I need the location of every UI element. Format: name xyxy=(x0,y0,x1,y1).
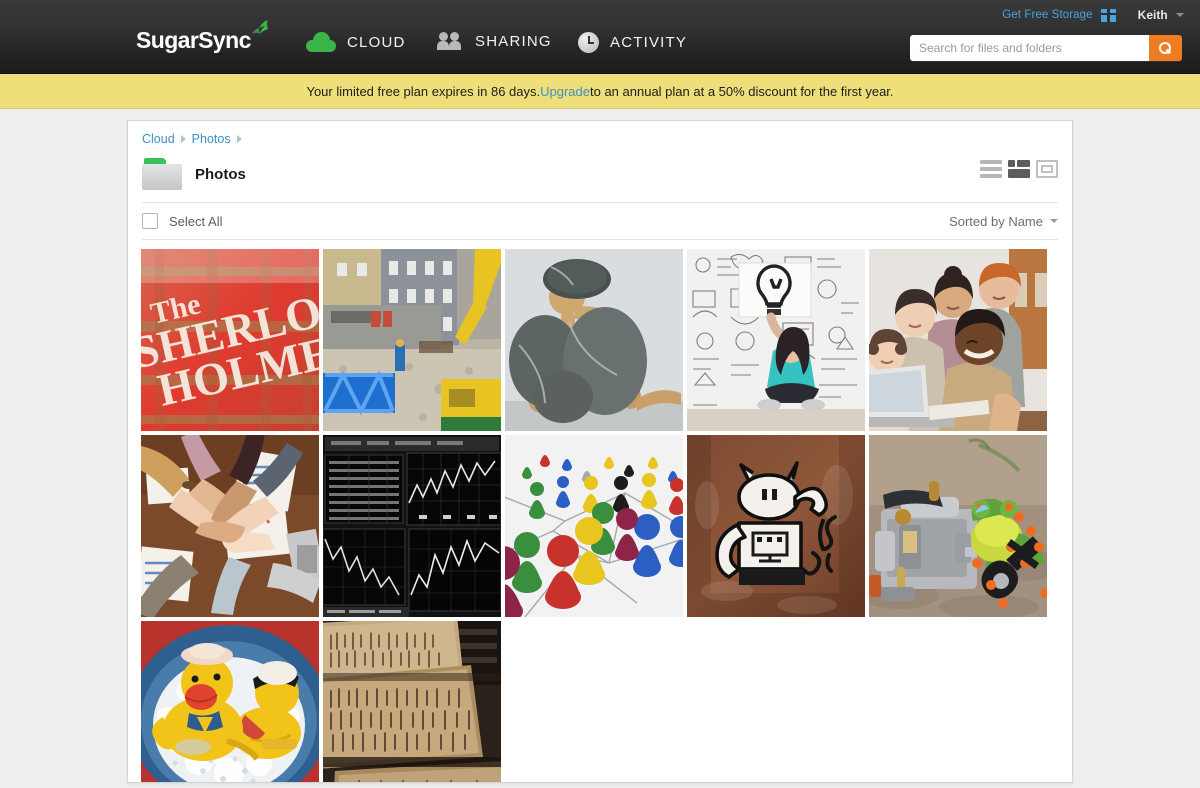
search-input[interactable] xyxy=(910,35,1149,61)
photo-thumbnail-stock-trading-screens[interactable] xyxy=(323,435,501,617)
cloud-icon xyxy=(306,32,336,52)
selection-toolbar: Select All Sorted by Name xyxy=(142,203,1058,240)
search-icon xyxy=(1159,41,1172,55)
upgrade-banner: Your limited free plan expires in 86 day… xyxy=(0,74,1200,109)
photo-thumbnail-robot-graffiti-wall[interactable] xyxy=(687,435,865,617)
clock-icon xyxy=(578,32,599,53)
grid-view-icon[interactable] xyxy=(1008,160,1030,178)
photo-thumbnail-colored-game-pawns-network[interactable] xyxy=(505,435,683,617)
sort-dropdown[interactable]: Sorted by Name xyxy=(949,214,1058,229)
view-toggle-group xyxy=(980,160,1058,178)
search-box xyxy=(910,35,1182,61)
detail-view-icon[interactable] xyxy=(1036,160,1058,178)
nav-item-cloud-label: CLOUD xyxy=(347,33,406,51)
content-panel: Cloud Photos Photos Select All Sorted by xyxy=(127,120,1073,783)
banner-text-before: Your limited free plan expires in 86 day… xyxy=(306,83,541,99)
upgrade-link[interactable]: Upgrade xyxy=(540,84,590,99)
select-all-control[interactable]: Select All xyxy=(142,213,222,229)
photo-thumbnail-old-handwritten-manuscript[interactable] xyxy=(323,621,501,782)
list-view-icon[interactable] xyxy=(980,160,1002,178)
breadcrumb: Cloud Photos xyxy=(128,121,1072,154)
folder-icon xyxy=(142,158,182,190)
photo-thumbnail-hands-stacked-teamwork[interactable] xyxy=(141,435,319,617)
select-all-checkbox[interactable] xyxy=(142,213,158,229)
photo-thumbnail-model-construction-site[interactable] xyxy=(323,249,501,431)
sort-label: Sorted by Name xyxy=(949,213,1043,229)
top-navigation-bar: Get Free Storage Keith SugarSync CLOUD S… xyxy=(0,0,1200,74)
brand-name: SugarSync xyxy=(136,27,251,53)
people-icon xyxy=(436,32,464,50)
nav-item-activity[interactable]: ACTIVITY xyxy=(578,32,687,53)
search-button[interactable] xyxy=(1149,35,1182,61)
primary-nav: SugarSync CLOUD SHARING ACTIVITY xyxy=(0,0,1200,74)
hummingbird-logo-icon xyxy=(251,19,269,35)
nav-item-cloud[interactable]: CLOUD xyxy=(306,32,406,52)
photo-thumbnail-woman-with-lightbulb-poster[interactable] xyxy=(687,249,865,431)
nav-item-sharing[interactable]: SHARING xyxy=(436,32,552,50)
photo-thumbnail-wooden-mannequin-under-stones[interactable] xyxy=(505,249,683,431)
triangle-right-icon xyxy=(236,135,242,143)
chevron-down-icon xyxy=(1050,219,1058,223)
nav-item-activity-label: ACTIVITY xyxy=(610,34,688,51)
nav-item-sharing-label: SHARING xyxy=(475,32,552,50)
breadcrumb-item-cloud[interactable]: Cloud xyxy=(142,132,175,146)
banner-text-after: to an annual plan at a 50% discount for … xyxy=(590,83,894,99)
page-body: Cloud Photos Photos Select All Sorted by xyxy=(0,109,1200,788)
photo-grid: The SHERLOCK HOLMES xyxy=(128,240,1072,782)
photo-thumbnail-team-around-laptop[interactable] xyxy=(869,249,1047,431)
triangle-right-icon xyxy=(180,135,186,143)
photo-thumbnail-frog-figurine-carburetor[interactable] xyxy=(869,435,1047,617)
folder-header: Photos xyxy=(142,154,1058,203)
breadcrumb-item-photos[interactable]: Photos xyxy=(192,132,231,146)
select-all-label: Select All xyxy=(169,213,223,229)
photo-thumbnail-sherlock-holmes-tartan-book[interactable]: The SHERLOCK HOLMES xyxy=(141,249,319,431)
brand-logo[interactable]: SugarSync xyxy=(136,19,269,54)
photo-thumbnail-rubber-ducks-in-bubble-bath[interactable] xyxy=(141,621,319,782)
page-title: Photos xyxy=(195,165,246,183)
